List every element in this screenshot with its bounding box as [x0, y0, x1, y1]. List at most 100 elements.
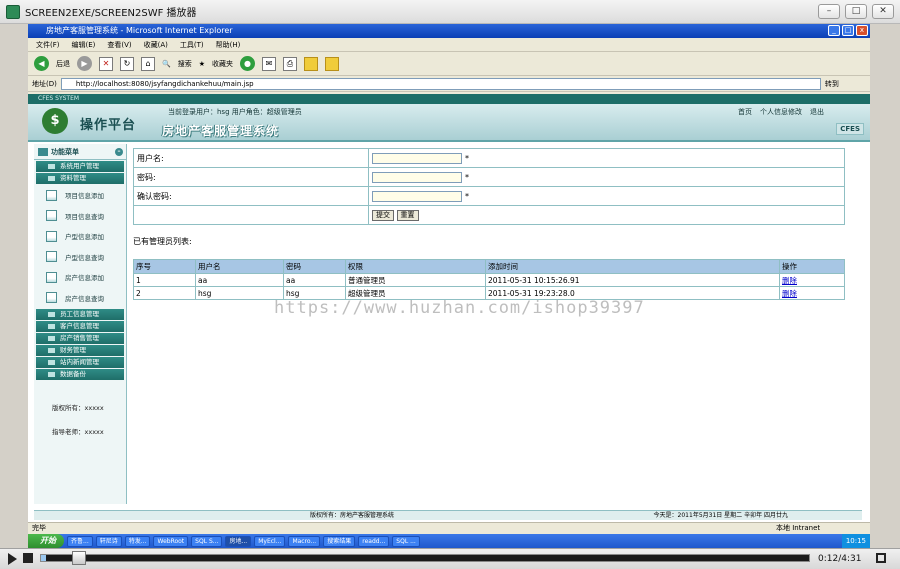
- current-user-info: 当前登录用户：hsg 用户角色：超级管理员: [168, 108, 302, 116]
- sidebar-item-label: 房产信息添加: [65, 274, 104, 283]
- admin-table: 序号 用户名 密码 权限 添加时间 操作 1 aa aa 普通管理员 2011-…: [133, 259, 845, 300]
- menu-view[interactable]: 查看(V): [107, 38, 131, 51]
- seek-bar[interactable]: [40, 554, 810, 562]
- sidebar-category-news[interactable]: 站内新闻管理: [36, 357, 124, 368]
- browser-title: 房地产客服管理系统 - Microsoft Internet Explorer: [46, 26, 233, 35]
- minimize-icon[interactable]: –: [818, 4, 840, 19]
- sidebar-item-unit-add[interactable]: 户型信息添加: [34, 226, 126, 247]
- taskbar-item[interactable]: 轩尼诗: [95, 535, 122, 547]
- profile-link[interactable]: 个人信息修改: [760, 107, 802, 117]
- sidebar-item-property-add[interactable]: 房产信息添加: [34, 267, 126, 288]
- cell-id: 2: [133, 286, 196, 300]
- search-icon[interactable]: 🔍: [162, 60, 171, 68]
- document-icon: [46, 210, 57, 222]
- collapse-icon[interactable]: –: [115, 147, 123, 156]
- app-header: $ 操作平台 当前登录用户：hsg 用户角色：超级管理员 房地产客服管理系统 首…: [28, 104, 870, 142]
- confirm-password-field[interactable]: [372, 190, 462, 202]
- sidebar-category-sales[interactable]: 房产销售管理: [36, 333, 124, 344]
- sidebar-category-customers[interactable]: 客户信息管理: [36, 321, 124, 332]
- back-label[interactable]: 后退: [56, 59, 70, 69]
- fullscreen-icon[interactable]: [876, 553, 886, 563]
- favorites-icon[interactable]: ★: [199, 60, 205, 68]
- menu-edit[interactable]: 编辑(E): [72, 38, 96, 51]
- folder-icon[interactable]: [304, 56, 318, 71]
- taskbar-item[interactable]: SQL S...: [191, 535, 223, 547]
- cfes-badge: CFES: [836, 123, 864, 135]
- admin-list-title: 已有管理员列表:: [133, 237, 192, 246]
- column-header: 权限: [345, 259, 486, 274]
- playback-time: 0:12/4:31: [818, 554, 862, 564]
- table-row: 2 hsg hsg 超级管理员 2011-05-31 19:23:28.0 删除: [133, 286, 845, 300]
- print-icon[interactable]: ⎙: [283, 56, 297, 71]
- username-field[interactable]: [372, 152, 462, 164]
- go-button[interactable]: 转到: [825, 79, 839, 89]
- browser-status-bar: 完毕 本地 Intranet: [28, 522, 870, 534]
- player-title-bar: SCREEN2EXE/SCREEN2SWF 播放器 – □ ✕: [0, 0, 900, 24]
- taskbar-item[interactable]: SQL ...: [392, 535, 420, 547]
- start-button[interactable]: 开始: [28, 534, 64, 548]
- forward-icon[interactable]: ▶: [77, 56, 92, 71]
- password-field[interactable]: [372, 171, 462, 183]
- address-input[interactable]: http://localhost:8080/jsyfangdichankehuu…: [60, 77, 821, 90]
- web-page: CFES SYSTEM $ 操作平台 当前登录用户：hsg 用户角色：超级管理员…: [28, 94, 870, 522]
- media-icon[interactable]: ●: [240, 56, 255, 71]
- delete-link[interactable]: 删除: [779, 273, 845, 287]
- maximize-icon[interactable]: □: [845, 4, 867, 19]
- taskbar-item[interactable]: Macro...: [288, 535, 321, 547]
- sidebar-category-staff[interactable]: 员工信息管理: [36, 309, 124, 320]
- reset-button[interactable]: 重置: [396, 209, 419, 221]
- browser-minimize-icon[interactable]: _: [828, 25, 840, 36]
- sidebar-item-project-query[interactable]: 项目信息查询: [34, 206, 126, 227]
- add-admin-form: 用户名: * 密码: * 确认密码: * 提交 重置: [133, 148, 845, 225]
- taskbar-item[interactable]: 特发...: [124, 535, 151, 547]
- mail-icon[interactable]: ✉: [262, 56, 276, 71]
- favorites-label[interactable]: 收藏夹: [212, 59, 233, 69]
- required-mark: *: [465, 191, 469, 201]
- system-clock: 10:15: [841, 534, 870, 548]
- browser-title-bar: 房地产客服管理系统 - Microsoft Internet Explorer …: [28, 24, 870, 38]
- browser-maximize-icon[interactable]: □: [842, 25, 854, 36]
- sidebar-item-label: 户型信息查询: [65, 253, 104, 262]
- seek-thumb[interactable]: [72, 551, 86, 565]
- menu-header: 功能菜单 –: [34, 144, 126, 160]
- required-mark: *: [465, 153, 469, 163]
- sidebar-category-system-users[interactable]: 系统用户管理: [36, 161, 124, 172]
- sidebar-category-finance[interactable]: 财务管理: [36, 345, 124, 356]
- close-icon[interactable]: ✕: [872, 4, 894, 19]
- menu-tools[interactable]: 工具(T): [180, 38, 204, 51]
- app-top-strip: CFES SYSTEM: [28, 94, 870, 104]
- taskbar-item[interactable]: 搜索结果: [323, 535, 356, 547]
- taskbar-item[interactable]: 齐鲁...: [67, 535, 93, 547]
- delete-link[interactable]: 删除: [779, 286, 845, 300]
- browser-close-icon[interactable]: x: [856, 25, 868, 36]
- home-link[interactable]: 首页: [738, 107, 752, 117]
- sidebar-category-backup[interactable]: 数据备份: [36, 369, 124, 380]
- menu-file[interactable]: 文件(F): [36, 38, 60, 51]
- taskbar-item[interactable]: MyEcl...: [254, 535, 286, 547]
- stop-playback-icon[interactable]: [23, 553, 33, 563]
- logout-link[interactable]: 退出: [810, 107, 824, 117]
- play-icon[interactable]: [8, 553, 17, 565]
- sidebar-item-label: 户型信息添加: [65, 233, 104, 242]
- document-icon: [46, 251, 57, 263]
- taskbar-item[interactable]: WebRoot: [153, 535, 189, 547]
- sidebar-item-unit-query[interactable]: 户型信息查询: [34, 247, 126, 268]
- menu-help[interactable]: 帮助(H): [216, 38, 241, 51]
- sidebar-item-property-query[interactable]: 房产信息查询: [34, 288, 126, 309]
- home-icon[interactable]: ⌂: [141, 56, 155, 71]
- security-zone: 本地 Intranet: [776, 524, 821, 532]
- logo-icon: $: [42, 108, 68, 134]
- back-icon[interactable]: ◀: [34, 56, 49, 71]
- taskbar-item[interactable]: readd...: [358, 535, 390, 547]
- top-links: 首页 个人信息修改 退出: [738, 107, 824, 117]
- sidebar-item-project-add[interactable]: 项目信息添加: [34, 185, 126, 206]
- stop-icon[interactable]: ✕: [99, 56, 113, 71]
- messenger-icon[interactable]: [325, 56, 339, 71]
- refresh-icon[interactable]: ↻: [120, 56, 134, 71]
- search-label[interactable]: 搜索: [178, 59, 192, 69]
- system-title: 房地产客服管理系统: [162, 124, 280, 138]
- submit-button[interactable]: 提交: [372, 209, 394, 221]
- taskbar-item-active[interactable]: 房地...: [225, 535, 252, 547]
- menu-favorites[interactable]: 收藏(A): [144, 38, 168, 51]
- sidebar-category-data[interactable]: 资料管理: [36, 173, 124, 184]
